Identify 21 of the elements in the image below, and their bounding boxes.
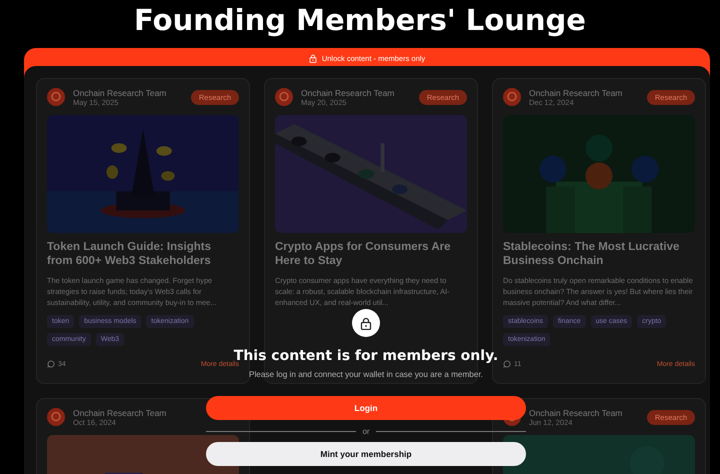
avatar-icon bbox=[275, 88, 293, 106]
gate-message: Please log in and connect your wallet in case you are a member. bbox=[249, 370, 483, 379]
avatar-icon bbox=[47, 88, 65, 106]
lock-icon bbox=[360, 316, 372, 330]
avatar-icon bbox=[503, 88, 521, 106]
author-name: Onchain Research Team bbox=[529, 88, 624, 98]
author-name: Onchain Research Team bbox=[73, 88, 168, 98]
comment-icon bbox=[503, 360, 511, 368]
comment-icon bbox=[47, 360, 55, 368]
lock-icon bbox=[308, 54, 317, 63]
post-title[interactable]: Token Launch Guide: Insights from 600+ Web3 Stakeholders bbox=[47, 241, 239, 268]
author-name: Onchain Research Team bbox=[529, 408, 624, 418]
avatar-icon bbox=[47, 408, 65, 426]
author-name: Onchain Research Team bbox=[73, 408, 168, 418]
page-title: Founding Members' Lounge bbox=[134, 2, 586, 38]
post-title[interactable]: Crypto Apps for Consumers Are Here to Stay bbox=[275, 241, 467, 268]
post-title[interactable]: Stablecoins: The Most Lucrative Business Onchain bbox=[503, 241, 695, 268]
author-name: Onchain Research Team bbox=[301, 88, 396, 98]
or-divider-label: or bbox=[362, 427, 370, 436]
login-button[interactable]: Login bbox=[206, 396, 526, 420]
mint-membership-button[interactable]: Mint your membership bbox=[206, 442, 526, 466]
